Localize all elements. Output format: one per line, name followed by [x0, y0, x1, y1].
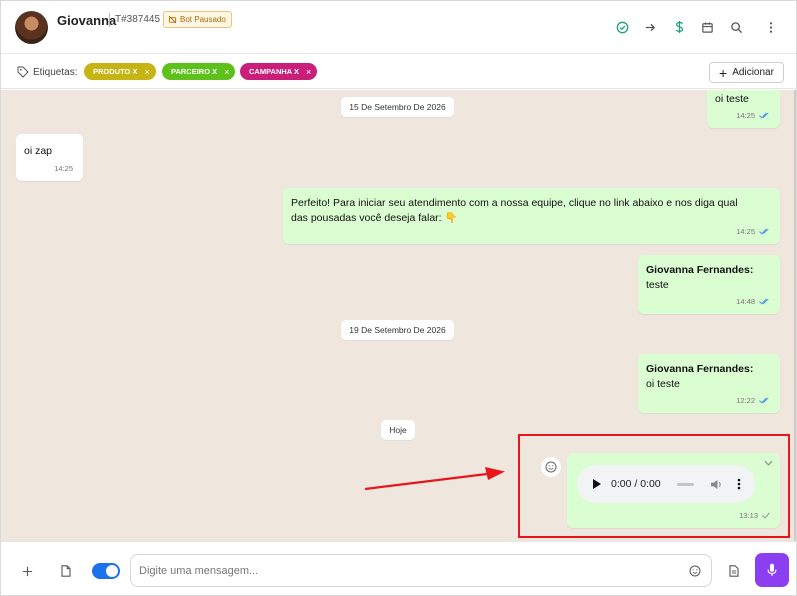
- tag-parceiro-x[interactable]: PARCEIRO X ×: [162, 63, 236, 80]
- plus-icon[interactable]: [20, 564, 34, 578]
- message-text: oi zap: [24, 145, 53, 157]
- contact-avatar[interactable]: [15, 11, 48, 44]
- chat-area[interactable]: oi teste 14:25 15 De Setembro De 2026 oi…: [1, 90, 796, 541]
- arrow-right-icon[interactable]: [642, 19, 658, 35]
- message-text: oi teste: [715, 93, 749, 105]
- message-time: 14:25: [736, 227, 755, 236]
- tag-icon: [17, 66, 29, 78]
- check-circle-icon[interactable]: [614, 19, 630, 35]
- message-meta: 14:25: [54, 161, 73, 176]
- message-bubble-outgoing[interactable]: Giovanna Fernandes: teste 14:48: [638, 255, 780, 314]
- toggle-knob: [106, 565, 118, 577]
- message-meta: 14:25: [736, 108, 770, 123]
- message-text: teste: [646, 279, 669, 291]
- message-content: Giovanna Fernandes: oi teste: [646, 362, 753, 392]
- message-time: 14:25: [54, 164, 73, 173]
- message-bubble-incoming[interactable]: oi zap 14:25: [16, 134, 83, 181]
- message-text: Perfeito! Para iniciar seu atendimento c…: [291, 197, 738, 224]
- message-bubble-outgoing[interactable]: Giovanna Fernandes: oi teste 12:22: [638, 354, 780, 413]
- message-meta: 14:25: [736, 224, 770, 239]
- message-input-wrapper: [130, 554, 712, 587]
- document-icon[interactable]: [59, 564, 73, 578]
- emoji-icon[interactable]: [688, 564, 701, 577]
- message-sender: Giovanna Fernandes:: [646, 264, 754, 276]
- date-label: Hoje: [389, 425, 407, 435]
- date-separator: 19 De Setembro De 2026: [341, 320, 454, 340]
- bot-off-icon: [168, 15, 177, 24]
- message-time: 14:48: [736, 297, 755, 306]
- quick-reply-icon[interactable]: [727, 564, 741, 578]
- remove-tag-icon[interactable]: ×: [224, 67, 229, 77]
- bot-status-badge: Bot Pausado: [163, 11, 232, 28]
- microphone-icon: [767, 563, 777, 576]
- add-tag-button[interactable]: + Adicionar: [709, 62, 784, 83]
- calendar-icon[interactable]: [699, 19, 715, 35]
- date-label: 15 De Setembro De 2026: [349, 102, 446, 112]
- remove-tag-icon[interactable]: ×: [306, 67, 311, 77]
- tag-label: PRODUTO X: [93, 67, 138, 76]
- dollar-icon[interactable]: [671, 19, 687, 35]
- double-check-read-icon: [759, 112, 769, 119]
- message-time: 12:22: [736, 396, 755, 405]
- date-separator: 15 De Setembro De 2026: [341, 97, 454, 117]
- ticket-number: T#387445: [115, 14, 161, 25]
- tags-label: Etiquetas:: [33, 67, 78, 78]
- message-bubble-outgoing[interactable]: oi teste 14:25: [707, 90, 780, 128]
- tag-produto-x[interactable]: PRODUTO X ×: [84, 63, 156, 80]
- message-input[interactable]: [139, 563, 679, 579]
- message-meta: 12:22: [736, 393, 770, 408]
- annotation-arrow-icon: [364, 467, 505, 491]
- double-check-read-icon: [759, 397, 769, 404]
- message-bubble-outgoing[interactable]: Perfeito! Para iniciar seu atendimento c…: [283, 188, 780, 244]
- message-content: Giovanna Fernandes: teste: [646, 263, 753, 293]
- message-time: 14:25: [736, 111, 755, 120]
- double-check-read-icon: [759, 298, 769, 305]
- tags-bar: Etiquetas: PRODUTO X × PARCEIRO X × CAMP…: [1, 55, 796, 89]
- message-sender: Giovanna Fernandes:: [646, 363, 754, 375]
- ticket-divider: [109, 13, 110, 27]
- date-label: 19 De Setembro De 2026: [349, 325, 446, 335]
- tag-campanha-x[interactable]: CAMPANHA X ×: [240, 63, 318, 80]
- bot-status-label: Bot Pausado: [180, 15, 226, 24]
- plus-icon: +: [719, 64, 728, 81]
- tag-label: CAMPANHA X: [249, 67, 299, 76]
- contact-name[interactable]: Giovanna: [57, 13, 116, 28]
- signature-toggle[interactable]: [92, 563, 120, 579]
- more-vertical-icon[interactable]: [763, 19, 779, 35]
- message-composer: [1, 541, 796, 595]
- tag-label: PARCEIRO X: [171, 67, 218, 76]
- chat-header: Giovanna T#387445 Bot Pausado: [1, 1, 796, 54]
- add-tag-label: Adicionar: [732, 67, 774, 78]
- message-text: oi teste: [646, 378, 680, 390]
- double-check-read-icon: [759, 228, 769, 235]
- remove-tag-icon[interactable]: ×: [144, 67, 149, 77]
- message-meta: 14:48: [736, 294, 770, 309]
- search-icon[interactable]: [728, 19, 744, 35]
- date-separator: Hoje: [381, 420, 415, 440]
- record-audio-button[interactable]: [755, 553, 789, 587]
- scrollbar[interactable]: [794, 90, 796, 541]
- highlight-box: [518, 434, 790, 538]
